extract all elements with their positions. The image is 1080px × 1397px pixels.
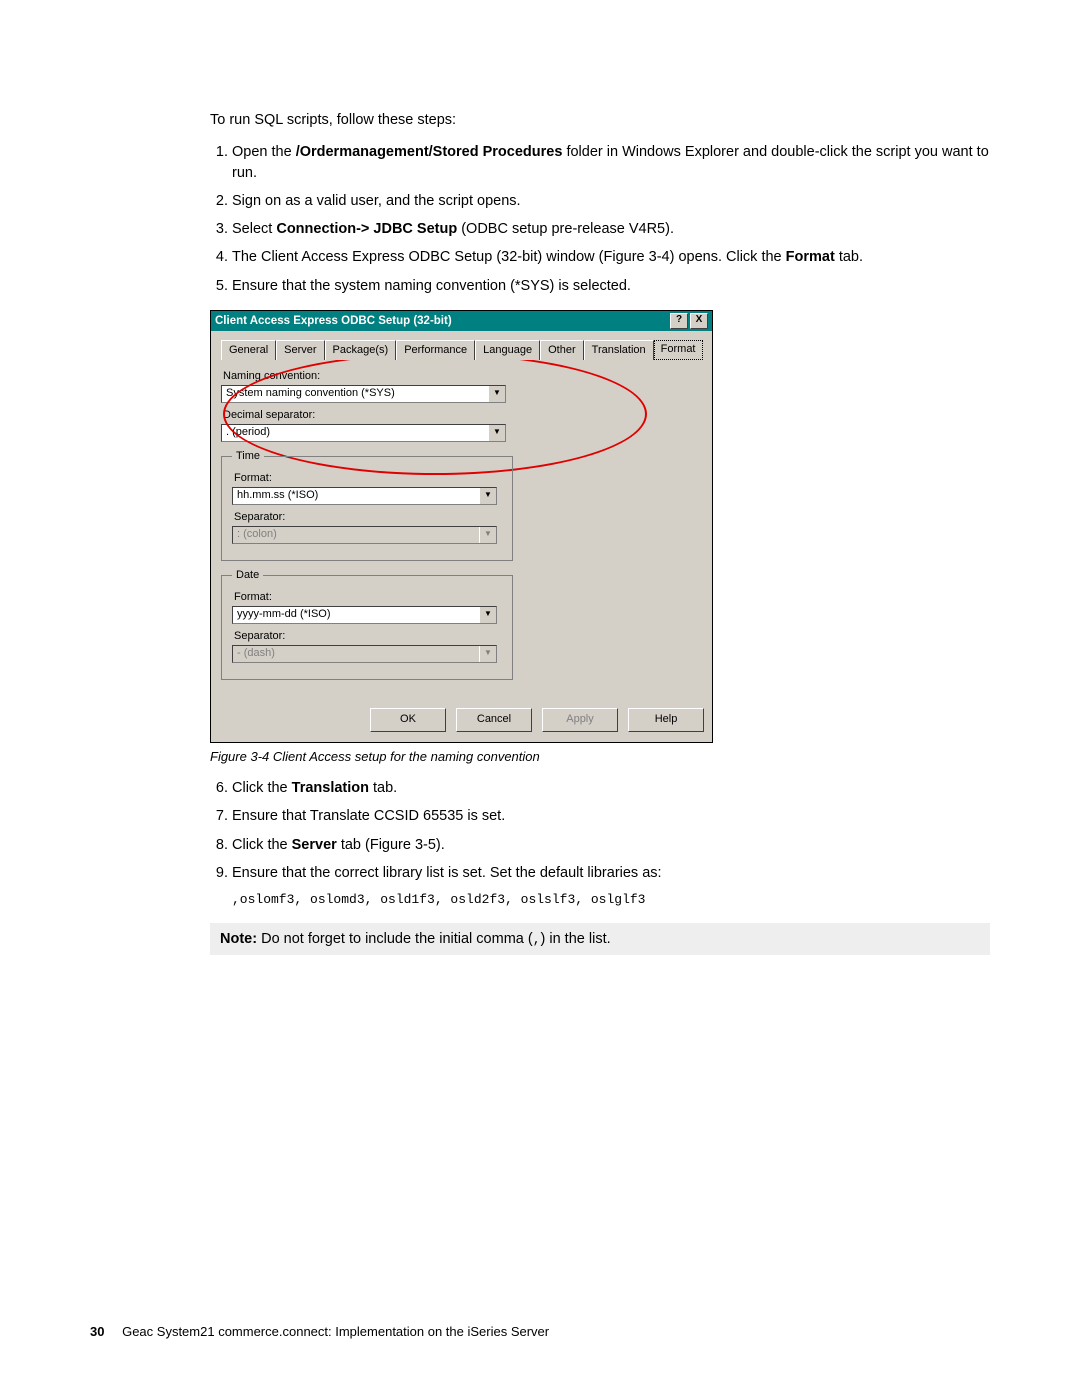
time-format-label: Format: — [234, 472, 502, 484]
date-sep-label: Separator: — [234, 630, 502, 642]
date-sep-value: - (dash) — [233, 646, 479, 662]
help-icon[interactable]: ? — [670, 313, 688, 329]
step-bold: Server — [292, 837, 337, 853]
page-footer: 30 Geac System21 commerce.connect: Imple… — [90, 1324, 549, 1339]
footer-title: Geac System21 commerce.connect: Implemen… — [122, 1324, 549, 1339]
note-code: , — [533, 932, 541, 947]
intro-text: To run SQL scripts, follow these steps: — [210, 110, 990, 130]
tab-strip: General Server Package(s) Performance La… — [221, 339, 702, 360]
step-bold: Connection-> JDBC Setup — [276, 221, 457, 237]
date-group: Date Format: yyyy-mm-dd (*ISO) ▼ Separat… — [221, 569, 513, 680]
decsep-label: Decimal separator: — [223, 409, 702, 421]
step-2: Sign on as a valid user, and the script … — [232, 191, 990, 211]
chevron-down-icon[interactable]: ▼ — [479, 607, 496, 623]
dialog-buttons: OK Cancel Apply Help — [211, 698, 712, 742]
step-bold: Format — [786, 249, 835, 265]
ok-button[interactable]: OK — [370, 708, 446, 732]
time-format-value: hh.mm.ss (*ISO) — [233, 488, 479, 504]
step-bold: /Ordermanagement/Stored Procedures — [296, 144, 563, 160]
tab-format[interactable]: Format — [654, 340, 703, 360]
note-bold: Note: — [220, 931, 257, 947]
step-text: The Client Access Express ODBC Setup (32… — [232, 249, 786, 265]
steps-list-1: Open the /Ordermanagement/Stored Procedu… — [210, 142, 990, 296]
step-text: Click the — [232, 780, 292, 796]
decsep-value: . (period) — [222, 425, 488, 441]
step-text: (ODBC setup pre-release V4R5). — [457, 221, 674, 237]
tab-translation[interactable]: Translation — [584, 340, 654, 360]
note-text: Do not forget to include the initial com… — [257, 931, 533, 947]
tab-other[interactable]: Other — [540, 340, 584, 360]
chevron-down-icon[interactable]: ▼ — [488, 386, 505, 402]
step-text: Ensure that the correct library list is … — [232, 865, 662, 881]
time-legend: Time — [232, 450, 264, 462]
time-group: Time Format: hh.mm.ss (*ISO) ▼ Separator… — [221, 450, 513, 561]
decsep-combo[interactable]: . (period) ▼ — [221, 424, 506, 442]
step-7: Ensure that Translate CCSID 65535 is set… — [232, 806, 990, 826]
date-format-combo[interactable]: yyyy-mm-dd (*ISO) ▼ — [232, 606, 497, 624]
step-text: tab (Figure 3-5). — [337, 837, 445, 853]
tab-general[interactable]: General — [221, 340, 276, 360]
naming-combo[interactable]: System naming convention (*SYS) ▼ — [221, 385, 506, 403]
naming-label: Naming convention: — [223, 370, 702, 382]
tab-packages[interactable]: Package(s) — [325, 340, 397, 360]
time-format-combo[interactable]: hh.mm.ss (*ISO) ▼ — [232, 487, 497, 505]
step-9: Ensure that the correct library list is … — [232, 863, 990, 909]
steps-list-2: Click the Translation tab. Ensure that T… — [210, 778, 990, 909]
step-text: Click the — [232, 837, 292, 853]
figure-caption: Figure 3-4 Client Access setup for the n… — [210, 749, 990, 764]
cancel-button[interactable]: Cancel — [456, 708, 532, 732]
step-text: tab. — [835, 249, 863, 265]
time-sep-combo: : (colon) ▼ — [232, 526, 497, 544]
tab-performance[interactable]: Performance — [396, 340, 475, 360]
chevron-down-icon: ▼ — [479, 646, 496, 662]
step-text: Select — [232, 221, 276, 237]
dialog-title: Client Access Express ODBC Setup (32-bit… — [215, 311, 452, 331]
step-1: Open the /Ordermanagement/Stored Procedu… — [232, 142, 990, 183]
tab-server[interactable]: Server — [276, 340, 324, 360]
step-3: Select Connection-> JDBC Setup (ODBC set… — [232, 219, 990, 239]
time-sep-value: : (colon) — [233, 527, 479, 543]
note-box: Note: Do not forget to include the initi… — [210, 923, 990, 955]
step-8: Click the Server tab (Figure 3-5). — [232, 835, 990, 855]
note-text: ) in the list. — [541, 931, 611, 947]
page-number: 30 — [90, 1324, 104, 1339]
step-bold: Translation — [292, 780, 369, 796]
step-5: Ensure that the system naming convention… — [232, 276, 990, 296]
dialog-titlebar: Client Access Express ODBC Setup (32-bit… — [211, 311, 712, 331]
step-6: Click the Translation tab. — [232, 778, 990, 798]
step-text: Open the — [232, 144, 296, 160]
close-icon[interactable]: X — [690, 313, 708, 329]
code-line: ,oslomf3, oslomd3, osld1f3, osld2f3, osl… — [232, 891, 990, 909]
date-format-label: Format: — [234, 591, 502, 603]
date-sep-combo: - (dash) ▼ — [232, 645, 497, 663]
date-legend: Date — [232, 569, 263, 581]
naming-value: System naming convention (*SYS) — [222, 386, 488, 402]
step-text: tab. — [369, 780, 397, 796]
odbc-setup-dialog: Client Access Express ODBC Setup (32-bit… — [210, 310, 713, 743]
date-format-value: yyyy-mm-dd (*ISO) — [233, 607, 479, 623]
time-sep-label: Separator: — [234, 511, 502, 523]
chevron-down-icon[interactable]: ▼ — [479, 488, 496, 504]
chevron-down-icon: ▼ — [479, 527, 496, 543]
chevron-down-icon[interactable]: ▼ — [488, 425, 505, 441]
apply-button: Apply — [542, 708, 618, 732]
tab-language[interactable]: Language — [475, 340, 540, 360]
help-button[interactable]: Help — [628, 708, 704, 732]
step-4: The Client Access Express ODBC Setup (32… — [232, 247, 990, 267]
